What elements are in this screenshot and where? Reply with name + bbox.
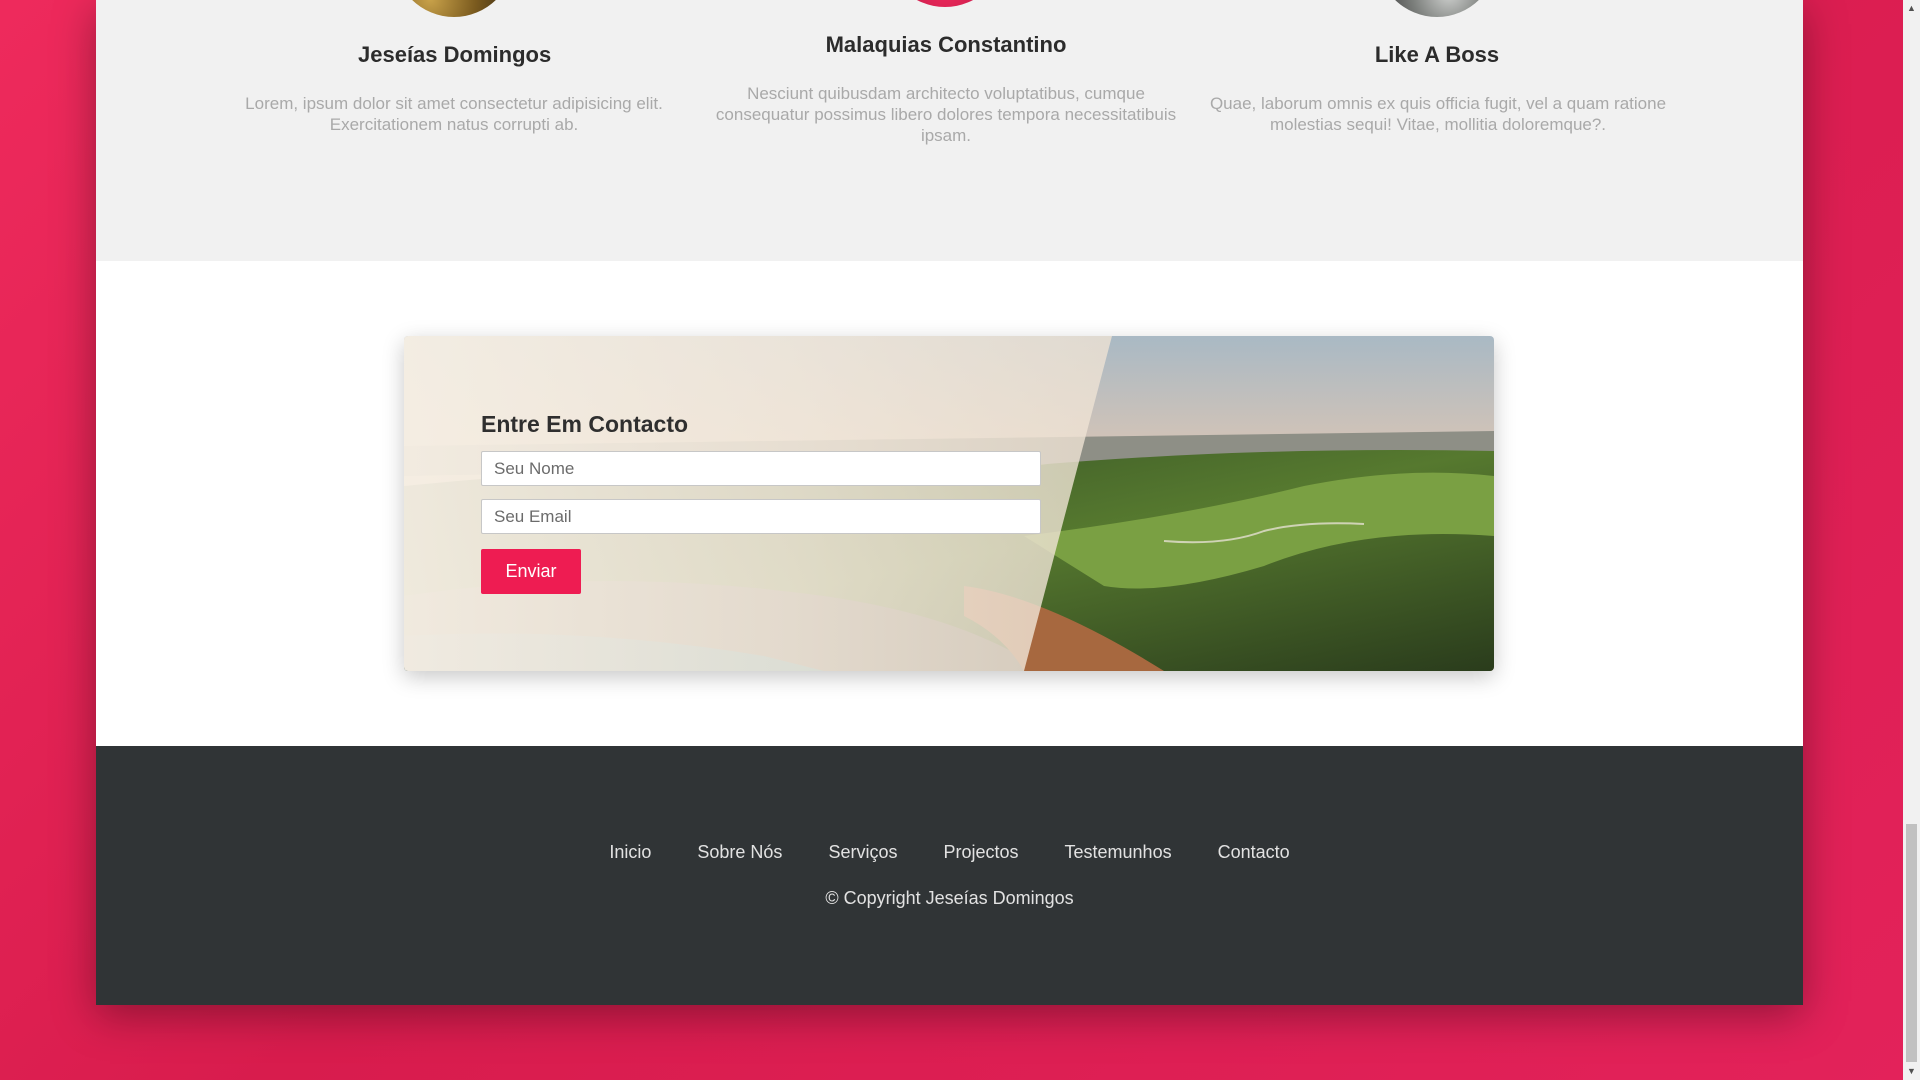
member-avatar bbox=[1377, 0, 1497, 17]
copyright-text: © Copyright Jeseías Domingos bbox=[825, 888, 1074, 908]
footer-link-projectos[interactable]: Projectos bbox=[943, 842, 1018, 863]
email-input[interactable] bbox=[481, 499, 1041, 534]
footer-nav: Inicio Sobre Nós Serviços Projectos Testemun… bbox=[96, 842, 1803, 863]
member-name: Like A Boss bbox=[1374, 42, 1500, 67]
team-section: Jeseías Domingos Lorem, ipsum dolor sit … bbox=[96, 0, 1803, 261]
member-avatar bbox=[394, 0, 514, 17]
contact-title: Entre Em Contacto bbox=[481, 411, 689, 437]
member-bio: Lorem, ipsum dolor sit amet consectetur … bbox=[245, 94, 663, 134]
member-name: Jeseías Domingos bbox=[358, 42, 552, 67]
scrollbar-thumb[interactable] bbox=[1906, 824, 1917, 1062]
send-button[interactable]: Enviar bbox=[481, 549, 581, 594]
footer-link-testemunhos[interactable]: Testemunhos bbox=[1065, 842, 1172, 863]
member-bio: Quae, laborum omnis ex quis officia fugi… bbox=[1209, 94, 1667, 134]
footer-link-servicos[interactable]: Serviços bbox=[828, 842, 897, 863]
contact-section: Entre Em Contacto Enviar bbox=[96, 261, 1803, 746]
contact-card: Entre Em Contacto Enviar bbox=[404, 336, 1494, 671]
member-bio: Nesciunt quibusdam architecto voluptatib… bbox=[715, 84, 1177, 145]
member-avatar bbox=[885, 0, 1005, 7]
scroll-down-arrow-icon[interactable]: ▼ bbox=[1903, 1063, 1920, 1080]
footer-link-inicio[interactable]: Inicio bbox=[609, 842, 651, 863]
footer-link-sobre-nos[interactable]: Sobre Nós bbox=[697, 842, 782, 863]
member-name: Malaquias Constantino bbox=[825, 32, 1067, 57]
name-input[interactable] bbox=[481, 451, 1041, 486]
footer: Inicio Sobre Nós Serviços Projectos Testemun… bbox=[96, 746, 1803, 1005]
vertical-scrollbar[interactable]: ▲ ▼ bbox=[1903, 0, 1920, 1080]
page-container: Jeseías Domingos Lorem, ipsum dolor sit … bbox=[96, 0, 1803, 1005]
footer-link-contacto[interactable]: Contacto bbox=[1218, 842, 1290, 863]
scroll-up-arrow-icon[interactable]: ▲ bbox=[1903, 0, 1920, 17]
